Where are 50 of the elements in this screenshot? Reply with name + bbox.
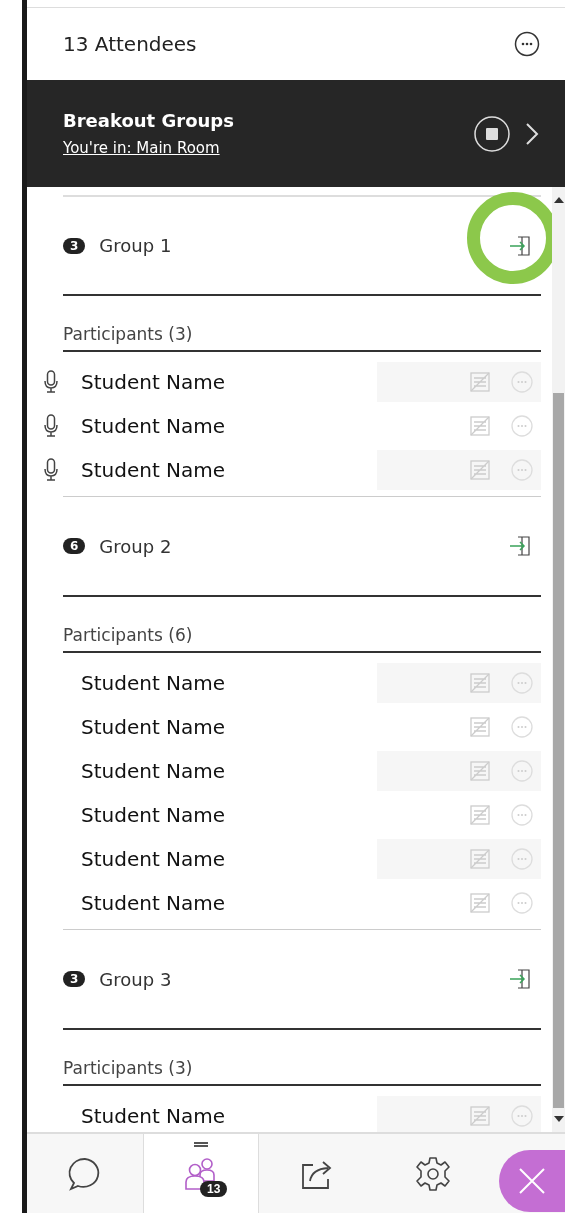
student-name: Student Name — [80, 803, 227, 827]
breakout-title: Breakout Groups — [63, 110, 235, 131]
captions-off-icon[interactable] — [469, 415, 491, 437]
captions-off-icon[interactable] — [469, 371, 491, 393]
scroll-down-icon[interactable] — [553, 1116, 564, 1124]
count-badge: 13 — [200, 1180, 228, 1197]
microphone-icon[interactable] — [44, 458, 58, 482]
captions-off-icon[interactable] — [469, 760, 491, 782]
scroll-up-icon[interactable] — [553, 195, 564, 203]
attendees-tab[interactable]: 13 — [143, 1134, 259, 1213]
panel-title: 13 Attendees — [63, 32, 197, 56]
group-name[interactable]: Group 1 — [99, 235, 495, 256]
student-name: Student Name — [80, 759, 227, 783]
student-name: Student Name — [80, 671, 227, 695]
chevron-right-icon[interactable] — [525, 121, 539, 146]
more-options-icon[interactable] — [514, 31, 540, 57]
count-badge: 3 — [63, 971, 86, 987]
count-badge: 6 — [63, 538, 86, 554]
student-name: Student Name — [80, 458, 227, 482]
student-name: Student Name — [80, 715, 227, 739]
group-name[interactable]: Group 3 — [99, 968, 495, 990]
join-icon[interactable] — [509, 534, 533, 558]
close-icon — [517, 1166, 547, 1196]
student-name: Student Name — [80, 370, 227, 394]
captions-off-icon[interactable] — [469, 672, 491, 694]
stop-icon[interactable] — [473, 114, 511, 153]
join-icon[interactable] — [509, 233, 533, 258]
settings-icon — [414, 1154, 452, 1193]
student-name: Student Name — [80, 847, 227, 871]
microphone-icon[interactable] — [44, 370, 58, 394]
scrollbar[interactable] — [552, 187, 565, 1132]
captions-off-icon[interactable] — [469, 892, 491, 914]
student-name: Student Name — [80, 891, 227, 915]
captions-off-icon[interactable] — [469, 1105, 491, 1127]
participants-label: Participants (3) — [63, 1058, 193, 1078]
captions-off-icon[interactable] — [469, 804, 491, 826]
participants-label: Participants (3) — [63, 324, 193, 344]
join-icon[interactable] — [509, 967, 533, 991]
participants-label: Participants (6) — [63, 625, 193, 645]
microphone-icon[interactable] — [44, 414, 58, 438]
student-name: Student Name — [80, 414, 227, 438]
captions-off-icon[interactable] — [469, 459, 491, 481]
captions-off-icon[interactable] — [469, 848, 491, 870]
grip-icon — [194, 1142, 208, 1147]
count-badge: 3 — [63, 237, 86, 254]
group-name[interactable]: Group 2 — [99, 535, 495, 557]
room-link[interactable]: You're in: Main Room — [63, 139, 220, 157]
close-button[interactable] — [499, 1150, 565, 1212]
captions-off-icon[interactable] — [469, 716, 491, 738]
student-name: Student Name — [80, 1104, 227, 1128]
